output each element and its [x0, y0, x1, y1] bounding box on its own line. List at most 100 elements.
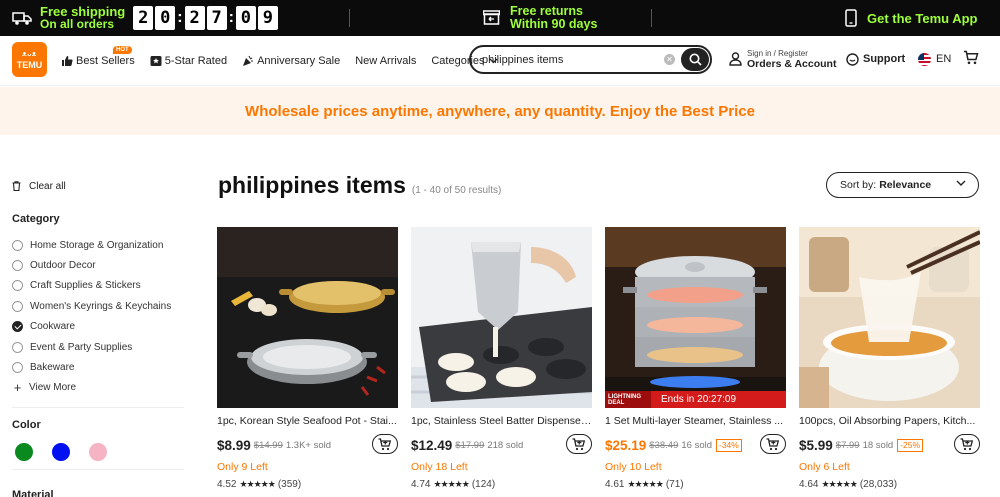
category-label: Craft Supplies & Stickers	[30, 280, 141, 292]
stock-left: Only 6 Left	[799, 461, 850, 473]
category-option[interactable]: Event & Party Supplies	[12, 337, 184, 357]
timer-separator: :	[177, 9, 183, 26]
language-selector[interactable]: EN	[918, 36, 951, 82]
product-price: $5.99	[799, 437, 833, 453]
product-rating: 4.64 ★★★★★ (28,033)	[799, 479, 980, 490]
site-header: ᴥᴗᴥ TEMU Best Sellers HOT 5-Star Rated A…	[0, 36, 1000, 86]
add-to-cart-button[interactable]	[954, 434, 980, 454]
product-card[interactable]: 100pcs, Oil Absorbing Papers, Kitch... $…	[799, 227, 980, 490]
color-swatch-blue[interactable]	[52, 442, 70, 461]
category-list: Home Storage & Organization Outdoor Deco…	[12, 235, 184, 398]
free-shipping-promo[interactable]: Free shipping On all orders 2 0 : 2 7 : …	[12, 0, 280, 36]
nav-five-star-rated[interactable]: 5-Star Rated	[150, 55, 227, 67]
category-option[interactable]: Bakeware	[12, 357, 184, 377]
sold-count: 18 sold	[862, 439, 894, 451]
party-icon	[243, 55, 254, 66]
product-image[interactable]	[217, 227, 398, 408]
get-app-label: Get the Temu App	[867, 10, 978, 26]
sort-dropdown[interactable]: Sort by: Relevance	[826, 172, 979, 198]
search-bar: philippines items ✕	[469, 45, 712, 74]
sold-count: 16 sold	[681, 439, 712, 451]
returns-subtitle: Within 90 days	[510, 17, 598, 31]
divider	[651, 9, 652, 27]
discount-badge: -34%	[716, 438, 742, 452]
price-row: $8.99 $14.99 1.3K+ sold	[217, 434, 398, 456]
nav-best-sellers[interactable]: Best Sellers HOT	[61, 46, 135, 67]
add-to-cart-button[interactable]	[372, 434, 398, 454]
temu-logo[interactable]: ᴥᴗᴥ TEMU	[12, 42, 47, 77]
view-more-label: View More	[29, 382, 77, 394]
free-returns-promo[interactable]: Free returns Within 90 days	[483, 0, 597, 36]
product-title[interactable]: 1pc, Stainless Steel Batter Dispenser...	[411, 415, 592, 429]
support-link[interactable]: Support	[846, 36, 905, 82]
product-price: $8.99	[217, 437, 251, 453]
logo-text: TEMU	[16, 59, 43, 70]
countdown-timer: 2 0 : 2 7 : 0 9	[133, 6, 280, 30]
radio-button[interactable]	[12, 260, 23, 272]
timer-digit: 2	[133, 6, 154, 30]
category-option[interactable]: Home Storage & Organization	[12, 235, 184, 255]
category-option[interactable]: Craft Supplies & Stickers	[12, 276, 184, 296]
result-count: (1 - 40 of 50 results)	[411, 185, 502, 196]
return-box-icon	[483, 10, 500, 25]
product-card[interactable]: LIGHTNING DEAL Ends in 20:27:09 1 Set Mu…	[605, 227, 786, 490]
category-option[interactable]: Women's Keyrings & Keychains	[12, 296, 184, 316]
price-row: $12.49 $17.99 218 sold	[411, 434, 592, 456]
view-more-button[interactable]: + View More	[12, 378, 184, 398]
nav-new-arrivals[interactable]: New Arrivals	[355, 55, 416, 67]
category-option[interactable]: Outdoor Decor	[12, 255, 184, 275]
star-rating-icon: ★★★★★	[433, 479, 469, 489]
account-menu[interactable]: Sign in / Register Orders & Account	[729, 48, 836, 70]
nav-label: Anniversary Sale	[257, 55, 341, 67]
timer-digit: 7	[206, 6, 227, 30]
product-image[interactable]	[799, 227, 980, 408]
category-option-selected[interactable]: Cookware	[12, 317, 184, 337]
radio-button[interactable]	[12, 362, 23, 374]
radio-button[interactable]	[12, 239, 23, 251]
main-nav: Best Sellers HOT 5-Star Rated Anniversar…	[61, 36, 513, 86]
search-icon	[689, 53, 702, 66]
sold-count: 1.3K+ sold	[285, 439, 332, 451]
color-swatch-pink[interactable]	[89, 442, 107, 461]
product-card[interactable]: 1pc, Korean Style Seafood Pot - Stai... …	[217, 227, 398, 490]
nav-anniversary-sale[interactable]: Anniversary Sale	[242, 55, 340, 67]
add-to-cart-icon	[766, 437, 780, 450]
add-to-cart-icon	[378, 437, 392, 450]
banner-text: Wholesale prices anytime, anywhere, any …	[245, 102, 755, 120]
radio-button[interactable]	[12, 341, 23, 353]
original-price: $38.49	[649, 439, 679, 451]
add-to-cart-button[interactable]	[760, 434, 786, 454]
clear-all-button[interactable]: Clear all	[12, 178, 184, 194]
oil-paper-photo	[799, 227, 980, 408]
filter-sidebar: Clear all Category Home Storage & Organi…	[12, 178, 184, 497]
page-title: philippines items	[218, 172, 406, 198]
radio-button[interactable]	[12, 280, 23, 292]
product-price: $25.19	[605, 437, 647, 453]
divider	[12, 468, 184, 470]
checked-radio-icon[interactable]	[12, 321, 23, 333]
product-card[interactable]: 1pc, Stainless Steel Batter Dispenser...…	[411, 227, 592, 490]
product-title[interactable]: 1 Set Multi-layer Steamer, Stainless ...	[605, 415, 786, 429]
nav-label: New Arrivals	[355, 55, 417, 67]
get-app-link[interactable]: Get the Temu App	[845, 0, 978, 36]
stock-left: Only 10 Left	[605, 461, 662, 473]
clear-search-icon[interactable]: ✕	[664, 54, 675, 65]
product-image[interactable]	[411, 227, 592, 408]
cart-button[interactable]	[963, 50, 979, 70]
product-title[interactable]: 100pcs, Oil Absorbing Papers, Kitch...	[799, 415, 980, 429]
search-input[interactable]: philippines items	[482, 54, 664, 66]
product-title[interactable]: 1pc, Korean Style Seafood Pot - Stai...	[217, 415, 398, 429]
sold-count: 218 sold	[487, 439, 524, 451]
color-heading: Color	[12, 418, 41, 431]
add-to-cart-button[interactable]	[566, 434, 592, 454]
logo-mark: ᴥᴗᴥ	[22, 50, 37, 58]
color-swatches	[12, 442, 184, 461]
shipping-subtitle: On all orders	[40, 17, 115, 31]
search-button[interactable]	[681, 48, 709, 71]
product-image[interactable]: LIGHTNING DEAL Ends in 20:27:09	[605, 227, 786, 408]
discount-badge: -25%	[897, 438, 924, 452]
color-swatch-green[interactable]	[15, 442, 33, 461]
radio-button[interactable]	[12, 300, 23, 312]
nav-label: 5-Star Rated	[164, 55, 228, 67]
star-rating-icon: ★★★★★	[821, 479, 857, 489]
